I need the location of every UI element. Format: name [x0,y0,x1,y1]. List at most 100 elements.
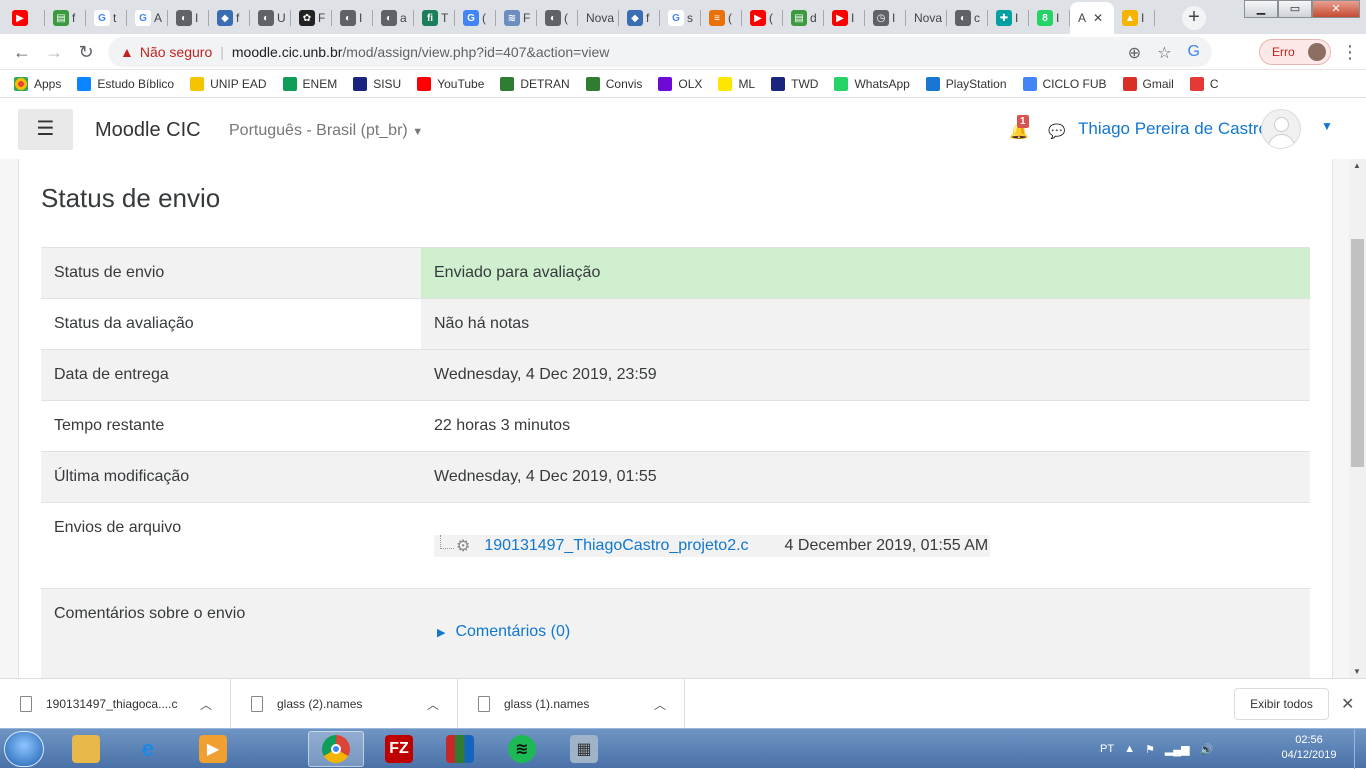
browser-tab[interactable]: Nova [906,5,947,31]
bookmark-item[interactable]: OLX [658,76,702,91]
browser-tab[interactable]: ◐ I [332,5,373,31]
browser-tab[interactable]: ▤ f [45,5,86,31]
action-center-icon[interactable]: ⚑ [1145,743,1155,756]
show-all-downloads-button[interactable]: Exibir todos [1234,688,1329,720]
browser-tab[interactable]: A ✕ [1070,2,1114,34]
browser-tab[interactable]: ◐ a [373,5,414,31]
messages-chat-icon[interactable]: 💬 [1048,123,1065,140]
bookmark-item[interactable]: TWD [771,76,818,91]
browser-tab[interactable]: ◐ U [250,5,291,31]
bookmark-item[interactable]: Convis [585,76,642,91]
browser-tab[interactable]: ✿ F [291,5,332,31]
bookmark-item[interactable]: DETRAN [500,76,570,91]
browser-tab[interactable]: ◷ I [865,5,906,31]
bookmark-item[interactable]: Estudo Bíblico [77,76,174,91]
browser-tab[interactable]: ▶( [742,5,783,31]
bookmark-item[interactable]: C [1189,76,1219,91]
reload-icon[interactable]: ↻ [74,40,98,64]
back-arrow-icon[interactable]: ← [10,40,34,64]
taskbar-winrar[interactable] [432,731,488,767]
browser-tab[interactable]: ▶ [4,5,45,31]
download-item[interactable]: glass (1).names ︿ [458,679,685,729]
new-tab-button[interactable]: + [1182,6,1206,30]
browser-tab[interactable]: Gt [86,5,127,31]
bookmark-item[interactable]: Apps [14,76,61,91]
browser-tab[interactable]: ◐ I [168,5,209,31]
row-label: Comentários sobre o envio [54,605,246,622]
taskbar-clock[interactable]: 02:56 04/12/2019 [1276,733,1342,763]
browser-tab[interactable]: ◆ f [619,5,660,31]
nav-drawer-toggle[interactable]: ☰ [18,109,73,150]
show-hidden-icons-icon[interactable]: ▲ [1124,743,1135,755]
bookmark-item[interactable]: ENEM [282,76,337,91]
chevron-up-icon[interactable]: ︿ [200,696,212,713]
taskbar-media[interactable]: ▶ [185,731,241,767]
language-menu[interactable]: Português - Brasil (pt_br) ▼ [229,122,423,140]
bookmark-item[interactable]: PlayStation [925,76,1007,91]
taskbar-explorer[interactable] [58,731,114,767]
browser-tab[interactable]: ≋ F [496,5,537,31]
comments-link[interactable]: Comentários (0) [455,623,570,640]
translate-icon[interactable]: G [1188,43,1200,63]
zoom-icon[interactable]: ⊕ [1128,43,1141,63]
scrollbar-thumb[interactable] [1351,239,1364,467]
browser-tab[interactable]: G( [455,5,496,31]
bookmark-item[interactable]: Gmail [1122,76,1174,91]
browser-tab[interactable]: ◐( [537,5,578,31]
browser-tab[interactable]: 8I [1029,5,1070,31]
browser-tab[interactable]: Nova [578,5,619,31]
network-icon[interactable]: ▂▄▆ [1165,743,1190,756]
bookmark-item[interactable]: SISU [353,76,401,91]
download-item[interactable]: 190131497_thiagoca....c ︿ [0,679,231,729]
browser-tab[interactable]: ◆ f [209,5,250,31]
browser-tab[interactable]: ◐ c [947,5,988,31]
language-indicator[interactable]: PT [1100,743,1114,755]
maximize-button[interactable]: ▭ [1278,0,1312,18]
bookmark-star-icon[interactable]: ☆ [1157,43,1171,63]
bookmark-item[interactable]: YouTube [417,76,484,91]
close-downloads-icon[interactable]: ✕ [1341,694,1354,714]
browser-tab[interactable]: ✚ I [988,5,1029,31]
notifications-bell-icon[interactable]: 🔔 1 [1009,115,1029,141]
forward-arrow-icon[interactable]: → [42,40,66,64]
minimize-button[interactable]: ▁ [1244,0,1278,18]
scroll-up-icon[interactable]: ▲ [1353,161,1361,170]
scroll-down-icon[interactable]: ▼ [1353,667,1361,676]
bookmark-label: Gmail [1142,76,1174,91]
taskbar-calculator[interactable]: ▦ [556,731,612,767]
start-button[interactable] [4,731,44,767]
user-avatar[interactable] [1261,109,1301,149]
browser-tab[interactable]: ▶ I [824,5,865,31]
bookmark-item[interactable]: CICLO FUB [1022,76,1107,91]
bookmark-item[interactable]: UNIP EAD [190,76,267,91]
address-bar[interactable]: ▲ Não seguro | moodle.cic.unb.br /mod/as… [108,37,1212,67]
profile-error-pill[interactable]: Erro [1259,39,1331,65]
volume-icon[interactable]: 🔊 [1200,743,1214,756]
comments-toggle[interactable]: ▶ Comentários (0) [437,623,570,641]
chevron-up-icon[interactable]: ︿ [654,696,666,713]
taskbar-chrome[interactable] [308,731,364,767]
browser-tab[interactable]: fi T [414,5,455,31]
tree-connector [440,535,454,549]
taskbar-spotify[interactable]: ≋ [494,731,550,767]
file-link[interactable]: 190131497_ThiagoCastro_projeto2.c [484,537,748,555]
taskbar-filezilla[interactable]: FZ [371,731,427,767]
site-name[interactable]: Moodle CIC [95,119,201,142]
close-tab-icon[interactable]: ✕ [1093,11,1103,25]
browser-tab[interactable]: ≡( [701,5,742,31]
browser-tab[interactable]: Gs [660,5,701,31]
user-menu-name[interactable]: Thiago Pereira de Castro [1078,119,1268,139]
bookmark-item[interactable]: ML [718,76,755,91]
browser-tab[interactable]: GA [127,5,168,31]
download-item[interactable]: glass (2).names ︿ [231,679,458,729]
show-desktop-button[interactable] [1354,729,1366,769]
chevron-up-icon[interactable]: ︿ [427,696,439,713]
user-menu-caret-icon[interactable]: ▼ [1321,119,1333,133]
browser-menu-icon[interactable]: ⋮ [1341,42,1359,63]
browser-tab[interactable]: ▲ I [1114,5,1155,31]
taskbar-ie[interactable]: e [120,731,176,767]
page-scrollbar[interactable]: ▲ ▼ [1349,159,1366,678]
bookmark-item[interactable]: WhatsApp [834,76,910,91]
close-window-button[interactable]: ✕ [1312,0,1360,18]
browser-tab[interactable]: ▤ d [783,5,824,31]
